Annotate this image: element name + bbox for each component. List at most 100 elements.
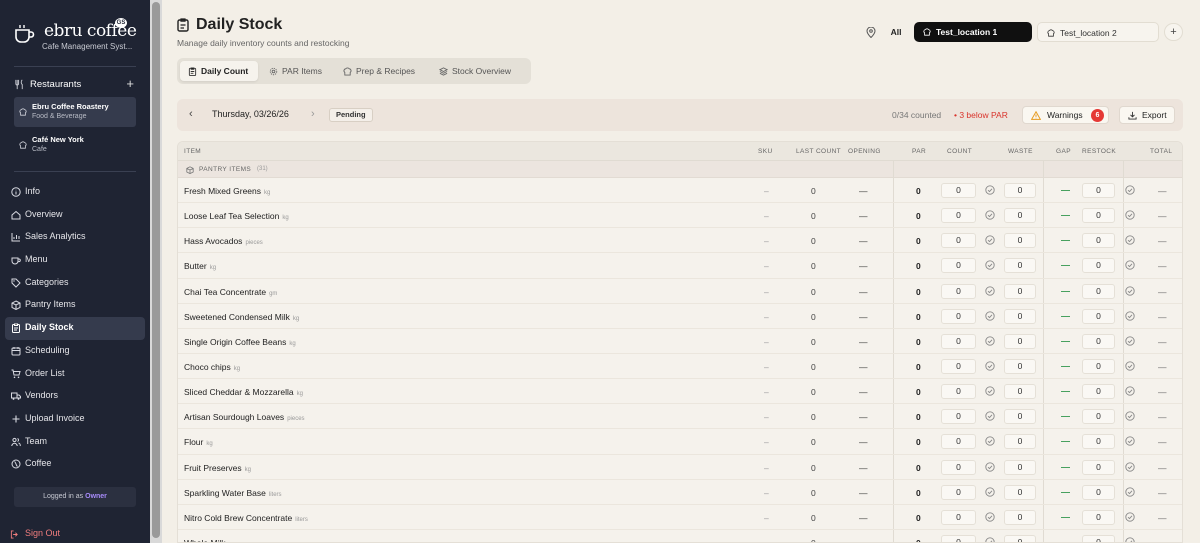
nav-item-upload-invoice[interactable]: Upload Invoice [5,408,145,431]
waste-input[interactable]: 0 [1004,258,1036,274]
restock-input[interactable]: 0 [1082,233,1115,249]
restock-input[interactable]: 0 [1082,459,1115,475]
scrollbar-thumb[interactable] [152,2,160,538]
count-input[interactable]: 0 [941,459,976,475]
confirm-restock-icon[interactable] [1125,487,1135,497]
nav-item-categories[interactable]: Categories [5,272,145,295]
location-chip-test-location-2[interactable]: Test_location 2 [1037,22,1159,42]
confirm-restock-icon[interactable] [1125,461,1135,472]
count-input[interactable]: 0 [941,333,976,349]
restock-input[interactable]: 0 [1082,258,1115,274]
restock-input[interactable]: 0 [1082,384,1115,400]
count-input[interactable]: 0 [941,233,976,249]
confirm-restock-icon[interactable] [1125,336,1135,346]
location-filter-all[interactable]: All [882,23,910,41]
waste-input[interactable]: 0 [1004,459,1036,475]
waste-input[interactable]: 0 [1004,183,1036,198]
confirm-restock-icon[interactable] [1125,235,1135,245]
count-input[interactable]: 0 [941,208,976,224]
count-input[interactable]: 0 [941,484,976,500]
confirm-restock-icon[interactable] [1125,512,1135,522]
confirm-count-icon[interactable] [985,436,995,447]
add-location-button[interactable]: + [1164,23,1183,41]
restock-input[interactable]: 0 [1082,509,1115,525]
sidebar-scrollbar[interactable] [150,0,162,543]
waste-input[interactable]: 0 [1004,358,1036,374]
count-input[interactable]: 0 [941,358,976,374]
count-input[interactable]: 0 [941,258,976,274]
count-input[interactable]: 0 [941,308,976,324]
waste-input[interactable]: 0 [1004,283,1036,299]
restock-input[interactable]: 0 [1082,308,1115,324]
restock-input[interactable]: 0 [1082,534,1115,542]
location-chip-test-location-1[interactable]: Test_location 1 [914,22,1032,42]
restaurant-card-cafe-new-york[interactable]: Café New York Cafe [14,130,136,160]
confirm-restock-icon[interactable] [1125,436,1135,447]
restock-input[interactable]: 0 [1082,434,1115,450]
confirm-restock-icon[interactable] [1125,185,1135,195]
nav-item-vendors[interactable]: Vendors [5,385,145,408]
confirm-count-icon[interactable] [985,235,995,245]
previous-day-button[interactable]: ‹ [189,108,193,120]
nav-item-info[interactable]: Info [5,181,145,204]
confirm-count-icon[interactable] [985,461,995,472]
confirm-count-icon[interactable] [985,311,995,321]
waste-input[interactable]: 0 [1004,534,1036,542]
count-input[interactable]: 0 [941,384,976,400]
nav-item-order-list[interactable]: Order List [5,363,145,386]
count-input[interactable]: 0 [941,183,976,198]
count-input[interactable]: 0 [941,534,976,542]
nav-item-coffee[interactable]: Coffee [5,453,145,476]
confirm-count-icon[interactable] [985,336,995,346]
confirm-count-icon[interactable] [985,386,995,396]
confirm-restock-icon[interactable] [1125,260,1135,271]
restock-input[interactable]: 0 [1082,283,1115,299]
confirm-count-icon[interactable] [985,260,995,271]
count-input[interactable]: 0 [941,509,976,525]
confirm-count-icon[interactable] [985,285,995,296]
confirm-restock-icon[interactable] [1125,537,1135,543]
tab-prep-recipes[interactable]: Prep & Recipes [335,61,427,81]
confirm-restock-icon[interactable] [1125,285,1135,296]
restaurant-card-ebru[interactable]: Ebru Coffee Roastery Food & Beverage [14,97,136,127]
nav-item-menu[interactable]: Menu [5,249,145,272]
warnings-button[interactable]: Warnings 6 [1022,106,1109,124]
confirm-restock-icon[interactable] [1125,411,1135,421]
next-day-button[interactable]: › [311,108,315,120]
confirm-count-icon[interactable] [985,185,995,195]
confirm-restock-icon[interactable] [1125,210,1135,220]
nav-item-pantry-items[interactable]: Pantry Items [5,294,145,317]
nav-item-daily-stock[interactable]: Daily Stock [5,317,145,340]
restock-input[interactable]: 0 [1082,183,1115,198]
restock-input[interactable]: 0 [1082,484,1115,500]
confirm-restock-icon[interactable] [1125,311,1135,321]
nav-item-team[interactable]: Team [5,431,145,454]
waste-input[interactable]: 0 [1004,208,1036,224]
restock-input[interactable]: 0 [1082,358,1115,374]
waste-input[interactable]: 0 [1004,333,1036,349]
waste-input[interactable]: 0 [1004,409,1036,425]
waste-input[interactable]: 0 [1004,233,1036,249]
waste-input[interactable]: 0 [1004,384,1036,400]
restock-input[interactable]: 0 [1082,208,1115,224]
add-restaurant-button[interactable]: + [126,76,134,91]
count-input[interactable]: 0 [941,283,976,299]
confirm-count-icon[interactable] [985,210,995,220]
waste-input[interactable]: 0 [1004,308,1036,324]
category-row-pantry-items[interactable]: PANTRY ITEMS (31) [178,161,1182,178]
confirm-count-icon[interactable] [985,537,995,543]
confirm-count-icon[interactable] [985,487,995,497]
waste-input[interactable]: 0 [1004,509,1036,525]
confirm-restock-icon[interactable] [1125,361,1135,371]
waste-input[interactable]: 0 [1004,484,1036,500]
restock-input[interactable]: 0 [1082,409,1115,425]
confirm-count-icon[interactable] [985,512,995,522]
waste-input[interactable]: 0 [1004,434,1036,450]
confirm-count-icon[interactable] [985,411,995,421]
nav-item-scheduling[interactable]: Scheduling [5,340,145,363]
count-input[interactable]: 0 [941,434,976,450]
restock-input[interactable]: 0 [1082,333,1115,349]
nav-item-overview[interactable]: Overview [5,204,145,227]
export-button[interactable]: Export [1119,106,1175,124]
tab-stock-overview[interactable]: Stock Overview [431,61,527,81]
